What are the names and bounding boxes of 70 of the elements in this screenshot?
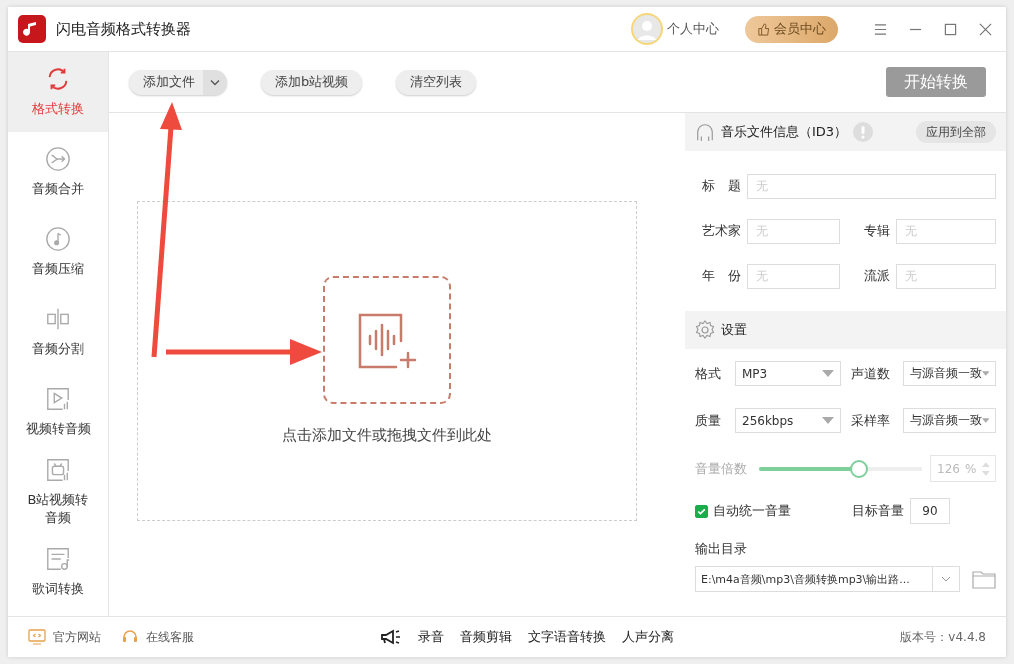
add-file-button[interactable]: 添加文件 [129, 69, 227, 95]
field-label: 专辑 [862, 222, 890, 240]
sidebar-item[interactable]: 歌词转换 [8, 532, 108, 612]
caret-icon[interactable] [203, 69, 227, 95]
sidebar-item[interactable]: 音频合并 [8, 132, 108, 212]
footer-tool-link[interactable]: 人声分离 [622, 628, 674, 646]
id3-title: 音乐文件信息（ID3） [721, 123, 848, 141]
field-label: 标 题 [701, 177, 741, 195]
sidebar-item[interactable]: 格式转换 [8, 52, 108, 132]
sidebar-item[interactable]: B站视频转音频 [8, 452, 108, 532]
app-logo-icon [18, 15, 46, 43]
output-directory-label: 输出目录 [695, 540, 748, 558]
field-label: 艺术家 [701, 222, 741, 240]
thumbs-up-icon [757, 22, 770, 36]
user-center-link[interactable]: 个人中心 [667, 20, 719, 38]
maximize-icon[interactable] [944, 22, 957, 36]
caret-icon [941, 576, 951, 582]
video-play-icon [45, 386, 71, 412]
target-volume-label: 目标音量 [852, 502, 904, 520]
window-title: 闪电音频格式转换器 [56, 19, 191, 39]
headphones-icon [695, 122, 715, 142]
audio-wave-plus-icon [356, 311, 418, 369]
dropdown[interactable]: 256kbps [735, 408, 841, 433]
field-label: 流派 [862, 267, 890, 285]
field-label: 年 份 [701, 267, 741, 285]
footer-tool-link[interactable]: 文字语音转换 [528, 628, 606, 646]
vip-center-button[interactable]: 会员中心 [745, 15, 838, 43]
split-icon [45, 306, 71, 332]
clear-list-button[interactable]: 清空列表 [396, 69, 477, 95]
close-icon[interactable] [979, 22, 992, 36]
monitor-icon [28, 629, 46, 645]
drop-hint-text: 点击添加文件或拖拽文件到此处 [282, 426, 492, 445]
version-text: 版本号：v4.4.8 [900, 628, 986, 646]
footer-tool-link[interactable]: 音频剪辑 [460, 628, 512, 646]
add-bilibili-video-button[interactable]: 添加b站视频 [261, 69, 363, 95]
dropdown-arrow-icon [821, 417, 834, 424]
dropdown[interactable]: MP3 [735, 361, 841, 386]
footer-link[interactable]: 在线客服 [121, 628, 194, 646]
footer-link[interactable]: 官方网站 [28, 628, 101, 646]
sidebar-item[interactable]: 音频压缩 [8, 212, 108, 292]
dropdown-arrow-icon [981, 417, 989, 424]
avatar-icon [631, 13, 663, 45]
footer-tool-link[interactable]: 录音 [418, 628, 444, 646]
settings-title: 设置 [721, 321, 747, 339]
output-path-dropdown[interactable]: E:\m4a音频\mp3\音频转换mp3\输出路... [695, 566, 960, 592]
sidebar-item[interactable]: 音频分割 [8, 292, 108, 372]
field-label: 采样率 [850, 411, 891, 430]
field-label: 声道数 [850, 364, 891, 383]
music-note-icon [45, 226, 71, 252]
volume-label: 音量倍数 [695, 459, 748, 478]
sidebar-item[interactable]: 视频转音频 [8, 372, 108, 452]
settings-icon [695, 320, 715, 340]
folder-icon[interactable] [972, 569, 996, 589]
field-label: 格式 [695, 364, 722, 383]
lyrics-document-icon [45, 546, 71, 572]
headset-icon [121, 629, 139, 645]
menu-icon[interactable] [874, 22, 887, 36]
dropdown[interactable]: 与源音频一致 [902, 408, 996, 433]
auto-volume-label: 自动统一音量 [713, 502, 791, 520]
apply-to-all-button[interactable]: 应用到全部 [916, 121, 996, 143]
dropdown[interactable]: 与源音频一致 [902, 361, 996, 386]
megaphone-icon [380, 629, 402, 645]
field-label: 质量 [695, 411, 722, 430]
add-audio-button[interactable] [323, 276, 451, 404]
auto-volume-checkbox[interactable] [695, 504, 708, 518]
dropdown-arrow-icon [981, 370, 989, 377]
target-volume-field[interactable]: 90 [910, 498, 950, 524]
tv-icon [45, 457, 71, 483]
dropdown-arrow-icon [821, 370, 834, 377]
slider-thumb[interactable] [850, 459, 869, 478]
